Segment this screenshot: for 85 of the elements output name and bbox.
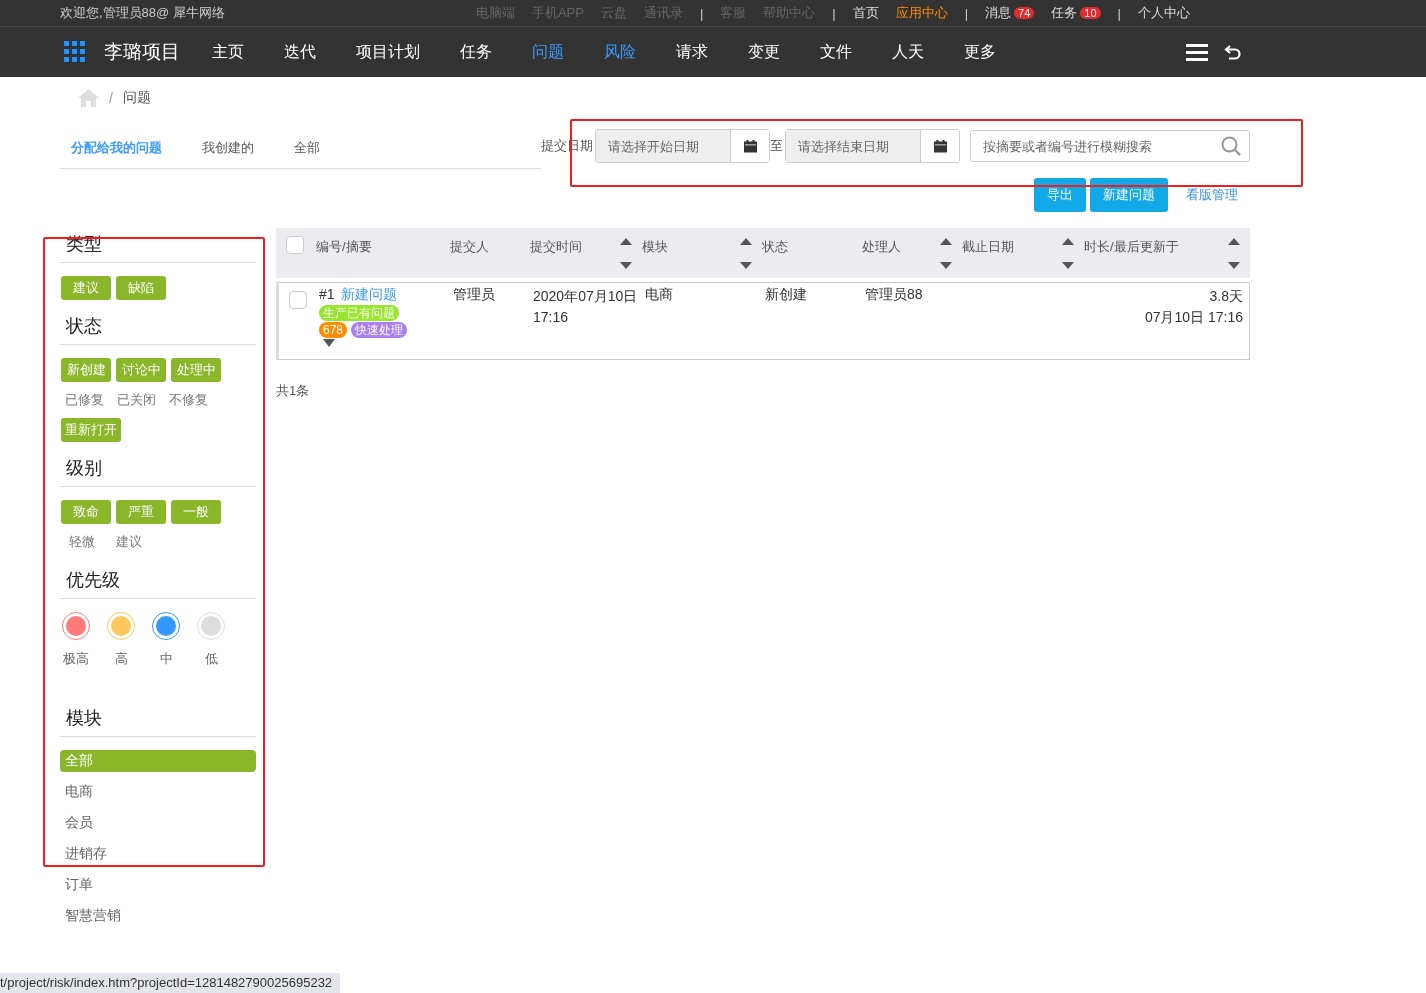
- module-item[interactable]: 智慧营销: [60, 905, 256, 927]
- sort-icon[interactable]: [740, 238, 752, 270]
- table-row[interactable]: #1 新建问题 生产已有问题 678 快速处理 管理员 2020年07月10日 17:16 电商 新创建 管理员88 3.8天 07月10日 17:16: [276, 282, 1250, 360]
- table-cell-text: 管理员88: [865, 285, 924, 304]
- nav-tab[interactable]: 项目计划: [356, 41, 420, 63]
- filter-tag[interactable]: 已修复: [61, 388, 108, 412]
- module-item[interactable]: 订单: [60, 874, 256, 896]
- top-link[interactable]: 个人中心: [1138, 4, 1190, 22]
- count-badge: 10: [1080, 7, 1101, 19]
- filter-tag[interactable]: 建议: [108, 530, 150, 554]
- nav-tab[interactable]: 更多: [964, 41, 996, 63]
- search-field[interactable]: 按摘要或者编号进行模糊搜索: [970, 130, 1250, 162]
- column-header: 编号/摘要: [316, 238, 372, 256]
- nav-tab[interactable]: 变更: [748, 41, 780, 63]
- top-link[interactable]: 应用中心: [895, 4, 948, 22]
- count-badge: 74: [1014, 7, 1035, 19]
- top-link[interactable]: 首页: [852, 4, 879, 22]
- module-item[interactable]: 进销存: [60, 843, 256, 865]
- column-header: 处理人: [862, 238, 901, 256]
- board-link[interactable]: 看版管理: [1186, 186, 1250, 204]
- sort-icon[interactable]: [1062, 238, 1074, 270]
- filter-tab[interactable]: 我创建的: [191, 139, 265, 168]
- filter-tag[interactable]: 不修复: [165, 388, 212, 412]
- grid-icon[interactable]: [64, 41, 86, 63]
- table-cell-text: 2020年07月10日 17:16: [533, 287, 639, 327]
- priority-label: 中: [159, 650, 173, 668]
- priority-label: 低: [204, 650, 218, 668]
- select-all-checkbox[interactable]: [286, 236, 304, 254]
- sort-icon[interactable]: [940, 238, 952, 270]
- column-header: 截止日期: [962, 238, 1014, 256]
- column-header: 模块: [642, 238, 668, 256]
- filter-tag[interactable]: 已关闭: [113, 388, 160, 412]
- nav-tab[interactable]: 风险: [604, 41, 636, 63]
- issue-tag: 678: [319, 322, 348, 338]
- nav-tab[interactable]: 文件: [820, 41, 852, 63]
- action-button[interactable]: 新建问题: [1090, 178, 1168, 212]
- nav-tab[interactable]: 任务: [460, 41, 492, 63]
- range-label: 至: [770, 137, 783, 155]
- column-header: 提交时间: [530, 238, 582, 256]
- separator: |: [832, 5, 836, 21]
- section-heading: 级别: [60, 452, 256, 487]
- filter-tag[interactable]: 轻微: [61, 530, 103, 554]
- table-cell-text: 新创建: [765, 285, 808, 304]
- sort-icon[interactable]: [1228, 238, 1240, 270]
- filter-tab[interactable]: 全部: [283, 139, 331, 168]
- row-checkbox[interactable]: [289, 291, 307, 309]
- priority-label: 极高: [63, 650, 89, 668]
- section-heading: 状态: [60, 310, 256, 345]
- back-icon[interactable]: [1224, 43, 1242, 61]
- column-header: 状态: [762, 238, 788, 256]
- issue-number: #1: [319, 286, 335, 304]
- separator: |: [699, 5, 704, 21]
- breadcrumb-item: 问题: [122, 89, 151, 107]
- module-item[interactable]: 会员: [60, 812, 256, 834]
- priority-label: 高: [114, 650, 128, 668]
- module-item[interactable]: 电商: [60, 781, 256, 803]
- status-bar: t/project/risk/index.htm?projectId=1281482790025695232: [0, 973, 341, 993]
- welcome-text: 欢迎您,管理员88@ 犀牛网络: [60, 4, 225, 22]
- filter-tab[interactable]: 分配给我的问题: [60, 139, 173, 168]
- top-link[interactable]: 任务 10: [1051, 4, 1101, 22]
- nav-tab[interactable]: 请求: [676, 41, 708, 63]
- separator: |: [1117, 5, 1121, 21]
- column-header: 提交人: [450, 238, 489, 256]
- issue-tag: 生产已有问题: [319, 305, 399, 321]
- nav-tab[interactable]: 人天: [892, 41, 924, 63]
- total-count: 共1条: [276, 382, 311, 400]
- nav-tab[interactable]: 问题: [532, 41, 564, 63]
- table-cell-text: 3.8天 07月10日 17:16: [1143, 287, 1244, 327]
- breadcrumb-separator: /: [109, 90, 113, 106]
- project-title: 李璐项目: [104, 40, 180, 64]
- action-button[interactable]: 导出: [1034, 178, 1086, 212]
- table-cell-text: 管理员: [453, 285, 496, 304]
- section-heading: 模块: [60, 702, 256, 737]
- table-cell-text: 电商: [645, 285, 674, 304]
- issue-tag: 快速处理: [351, 322, 408, 338]
- top-link[interactable]: 消息 74: [985, 4, 1035, 22]
- section-heading: 优先级: [60, 564, 256, 599]
- nav-tab[interactable]: 迭代: [284, 41, 316, 63]
- column-header: 时长/最后更新于: [1084, 238, 1179, 256]
- nav-tab[interactable]: 主页: [212, 41, 244, 63]
- menu-icon[interactable]: [1186, 43, 1208, 61]
- issue-link[interactable]: 新建问题: [340, 286, 397, 304]
- sort-icon[interactable]: [620, 238, 632, 270]
- separator: |: [964, 5, 969, 21]
- search-icon[interactable]: [1221, 136, 1241, 156]
